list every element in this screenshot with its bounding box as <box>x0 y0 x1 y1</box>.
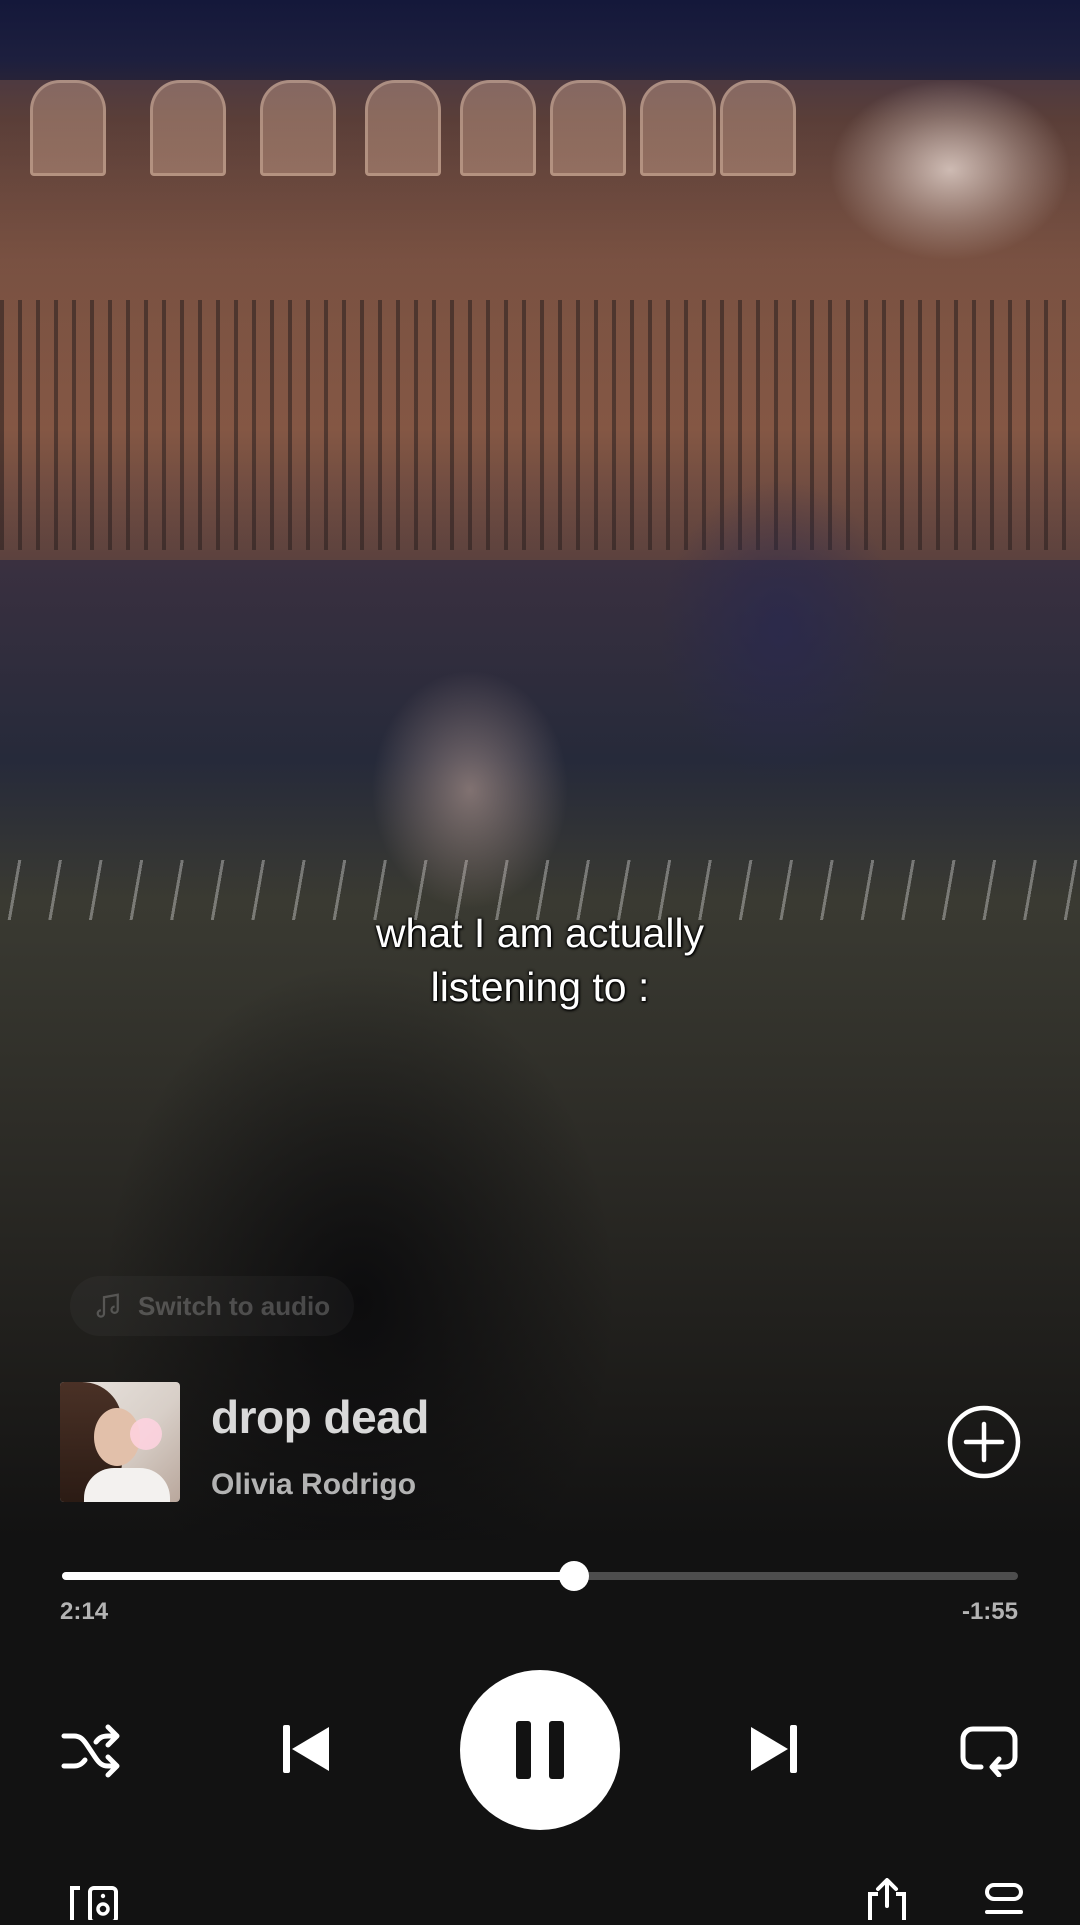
connect-device-icon <box>70 1886 118 1924</box>
switch-to-audio-button[interactable]: Switch to audio <box>70 1276 354 1336</box>
skip-next-icon <box>751 1725 797 1773</box>
elapsed-time: 2:14 <box>60 1598 109 1625</box>
switch-to-audio-label: Switch to audio <box>138 1290 331 1321</box>
dormer-window <box>640 80 716 176</box>
queue-icon <box>985 1883 1023 1914</box>
shuffle-button[interactable] <box>58 1720 124 1780</box>
repeat-icon <box>960 1726 1018 1777</box>
shuffle-icon <box>61 1724 120 1778</box>
previous-track-button[interactable] <box>276 1718 336 1780</box>
progress-fill <box>62 1572 575 1580</box>
skip-previous-icon <box>283 1725 329 1773</box>
track-artist[interactable]: Olivia Rodrigo <box>211 1468 416 1502</box>
pause-icon <box>516 1721 564 1779</box>
progress-bar[interactable] <box>62 1561 1018 1591</box>
track-title[interactable]: drop dead <box>211 1390 429 1444</box>
remaining-time: -1:55 <box>961 1598 1018 1625</box>
repeat-button[interactable] <box>956 1720 1022 1780</box>
connect-device-button[interactable] <box>68 1884 120 1924</box>
plus-circle-icon <box>947 1405 1021 1479</box>
dormer-window <box>30 80 106 176</box>
caption-line-2: listening to : <box>430 964 650 1010</box>
dormer-window <box>720 80 796 176</box>
next-track-button[interactable] <box>744 1718 804 1780</box>
video-caption: what I am actually listening to : <box>0 906 1080 1014</box>
dormer-window <box>460 80 536 176</box>
pause-button[interactable] <box>460 1670 620 1830</box>
progress-knob[interactable] <box>559 1561 590 1591</box>
dormer-window <box>550 80 626 176</box>
album-cover[interactable] <box>60 1382 180 1502</box>
share-button[interactable] <box>864 1878 910 1920</box>
dormer-window <box>260 80 336 176</box>
add-to-library-button[interactable] <box>946 1404 1022 1480</box>
queue-button[interactable] <box>984 1882 1024 1920</box>
share-icon <box>868 1878 906 1920</box>
caption-line-1: what I am actually <box>375 910 705 956</box>
dormer-window <box>150 80 226 176</box>
dormer-window <box>365 80 441 176</box>
music-note-icon <box>96 1293 119 1318</box>
